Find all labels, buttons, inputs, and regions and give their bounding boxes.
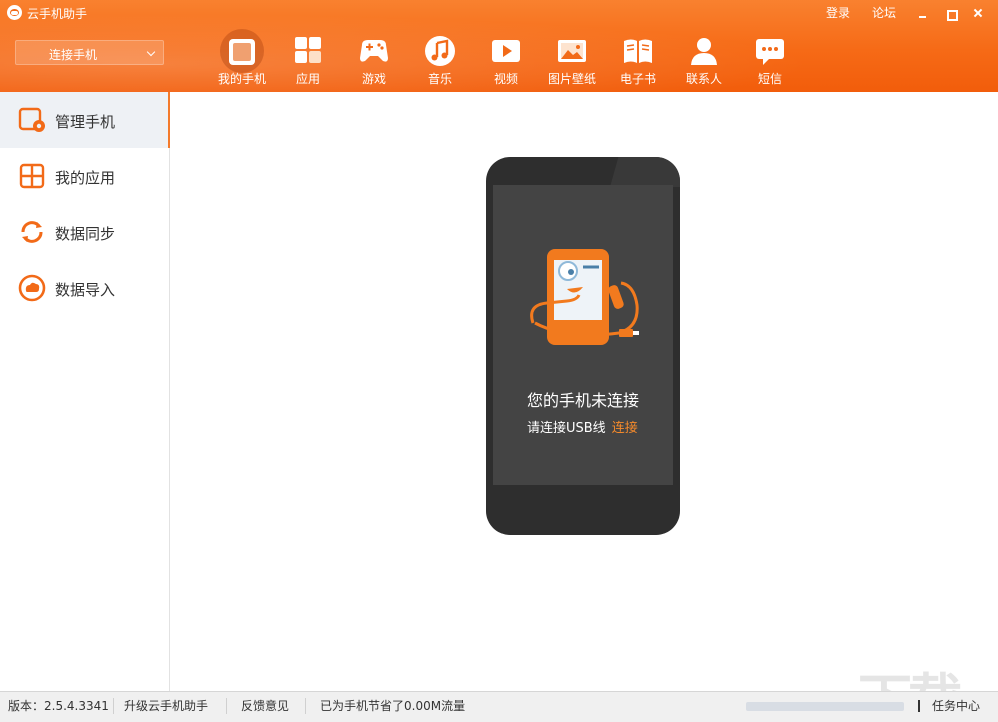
task-center-label: 任务中心 xyxy=(932,699,981,713)
close-button[interactable] xyxy=(971,6,985,20)
connect-link[interactable]: 连接 xyxy=(612,421,638,436)
phone-icon xyxy=(229,39,255,65)
cloud-import-icon xyxy=(18,274,46,302)
connect-phone-label: 连接手机 xyxy=(49,48,98,62)
sidebar-item-sync[interactable]: 数据同步 xyxy=(0,204,169,260)
book-icon xyxy=(624,39,652,63)
nav-my-phone[interactable]: 我的手机 xyxy=(209,29,275,88)
nav-label: 应用 xyxy=(295,72,320,86)
phone-status-hint: 请连接USB线 连接 xyxy=(527,417,638,436)
nav-music[interactable]: 音乐 xyxy=(407,30,473,88)
my-apps-icon xyxy=(19,163,45,189)
task-center-button[interactable]: 任务中心 xyxy=(918,697,980,714)
nav-label: 电子书 xyxy=(619,72,656,86)
sidebar-item-label: 数据导入 xyxy=(55,281,116,299)
login-link[interactable]: 登录 xyxy=(826,4,850,21)
app-window: 云手机助手 登录 论坛 连接手机 我的手机 应用 游戏 音乐 视频 图片壁纸 电… xyxy=(0,0,998,722)
message-icon xyxy=(756,39,784,65)
task-list-icon xyxy=(918,700,928,712)
nav-label: 我的手机 xyxy=(217,72,266,86)
sidebar-item-my-apps[interactable]: 我的应用 xyxy=(0,148,169,204)
nav-video[interactable]: 视频 xyxy=(473,30,539,88)
sidebar-item-manage-phone[interactable]: 管理手机 xyxy=(0,92,170,148)
feedback-link[interactable]: 反馈意见 xyxy=(241,697,289,714)
sidebar-item-label: 数据同步 xyxy=(55,225,116,243)
nav-label: 音乐 xyxy=(427,72,452,86)
phone-illustration xyxy=(486,157,680,535)
upgrade-link[interactable]: 升级云手机助手 xyxy=(124,697,208,714)
progress-bar xyxy=(746,702,904,711)
nav-wallpaper[interactable]: 图片壁纸 xyxy=(539,30,605,88)
nav-apps[interactable]: 应用 xyxy=(275,30,341,88)
nav-label: 图片壁纸 xyxy=(547,72,596,86)
forum-link[interactable]: 论坛 xyxy=(872,4,896,21)
traffic-saved-text: 已为手机节省了0.00M流量 xyxy=(320,699,466,713)
sidebar: 管理手机 我的应用 数据同步 数据导入 xyxy=(0,92,170,691)
contact-person-icon xyxy=(691,38,717,65)
nav-ebook[interactable]: 电子书 xyxy=(605,30,671,88)
nav-sms[interactable]: 短信 xyxy=(737,30,803,88)
nav-label: 视频 xyxy=(493,72,518,86)
sidebar-item-label: 管理手机 xyxy=(55,113,116,131)
apps-grid-icon xyxy=(295,37,321,63)
connect-phone-dropdown[interactable]: 连接手机 xyxy=(15,40,164,65)
nav-label: 游戏 xyxy=(361,72,386,86)
disconnected-mascot-icon xyxy=(530,249,639,345)
manage-phone-icon xyxy=(18,107,45,132)
sidebar-item-import[interactable]: 数据导入 xyxy=(0,260,169,316)
picture-icon xyxy=(558,40,586,62)
sync-icon xyxy=(21,221,43,243)
nav-games[interactable]: 游戏 xyxy=(341,30,407,88)
maximize-button[interactable] xyxy=(944,6,958,21)
phone-status-title: 您的手机未连接 xyxy=(526,391,639,410)
music-note-icon xyxy=(425,36,455,66)
sidebar-item-label: 我的应用 xyxy=(55,169,116,187)
app-logo-icon xyxy=(7,5,22,20)
minimize-button[interactable] xyxy=(916,6,930,20)
status-bar: 版本：2.5.4.3341 升级云手机助手 反馈意见 已为手机节省了0.00M流… xyxy=(0,691,998,722)
nav-label: 短信 xyxy=(757,72,782,86)
video-play-icon xyxy=(492,40,520,62)
nav-contacts[interactable]: 联系人 xyxy=(671,30,737,88)
chevron-down-icon xyxy=(146,47,156,57)
header-bar: 云手机助手 登录 论坛 连接手机 我的手机 应用 游戏 音乐 视频 图片壁纸 电… xyxy=(0,0,998,92)
usb-hint-text: 请连接USB线 xyxy=(527,421,606,436)
gamepad-icon xyxy=(360,40,388,62)
version-text: 版本：2.5.4.3341 xyxy=(8,699,109,713)
phone-screen xyxy=(493,185,673,485)
app-title: 云手机助手 xyxy=(27,7,88,21)
nav-label: 联系人 xyxy=(685,72,722,86)
